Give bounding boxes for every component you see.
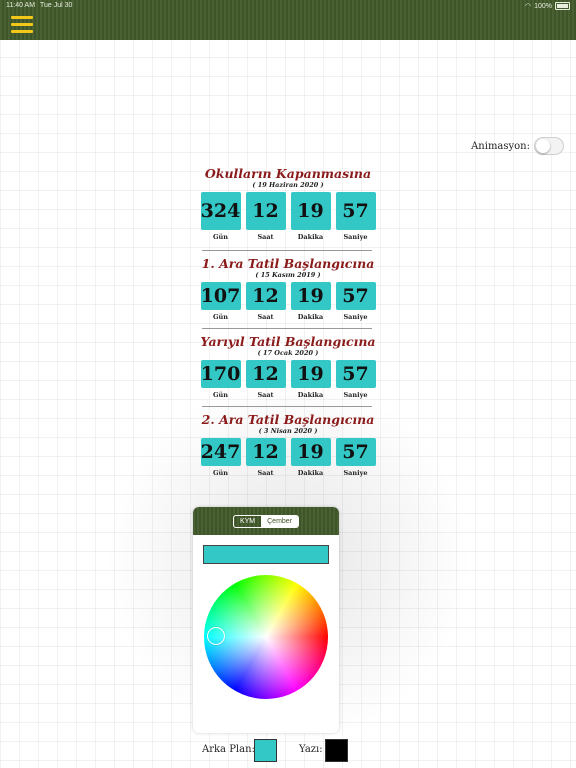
days-box: 107	[200, 282, 241, 310]
toggle-knob	[536, 139, 550, 153]
hours-label: Saat	[257, 391, 274, 399]
animation-label: Animasyon:	[471, 140, 530, 152]
hours-label: Saat	[257, 469, 274, 477]
countdown-title: Yarıyıl Tatil Başlangıcına	[200, 334, 376, 349]
seconds-label: Saniye	[343, 233, 368, 241]
background-color-swatch[interactable]	[254, 739, 277, 762]
seconds-box: 57	[335, 282, 376, 310]
days-box: 324	[200, 192, 241, 230]
mode-kym-button[interactable]: KYM	[234, 516, 261, 527]
countdown-date: ( 3 Nisan 2020 )	[258, 427, 318, 435]
minutes-box: 19	[290, 360, 331, 388]
hours-box: 12	[245, 438, 286, 466]
hours-label: Saat	[257, 233, 274, 241]
divider	[202, 328, 372, 329]
hours-box: 12	[245, 282, 286, 310]
days-box: 170	[200, 360, 241, 388]
days-box: 247	[200, 438, 241, 466]
countdown-title: 1. Ara Tatil Başlangıcına	[201, 256, 375, 271]
countdown-first-break: 1. Ara Tatil Başlangıcına ( 15 Kasım 201…	[196, 257, 380, 321]
battery-icon	[555, 2, 570, 10]
minutes-box: 19	[290, 282, 331, 310]
hours-label: Saat	[257, 313, 274, 321]
days-label: Gün	[212, 391, 228, 399]
text-color-swatch[interactable]	[325, 739, 348, 762]
selected-color-preview	[203, 545, 329, 564]
seconds-label: Saniye	[343, 469, 368, 477]
seconds-box: 57	[335, 360, 376, 388]
minutes-label: Dakika	[297, 313, 324, 321]
minutes-label: Dakika	[297, 469, 324, 477]
seconds-box: 57	[335, 192, 376, 230]
countdown-boxes: 107 Gün 12 Saat 19 Dakika 57 Saniye	[196, 282, 380, 321]
mode-circle-button[interactable]: Çember	[261, 515, 299, 527]
countdown-school-end: Okulların Kapanmasına ( 19 Haziran 2020 …	[196, 167, 380, 241]
countdown-title: Okulların Kapanmasına	[204, 166, 372, 181]
countdown-date: ( 15 Kasım 2019 )	[255, 271, 321, 279]
countdown-boxes: 170 Gün 12 Saat 19 Dakika 57 Saniye	[196, 360, 380, 399]
countdown-title: 2. Ara Tatil Başlangıcına	[201, 412, 375, 427]
animation-toggle[interactable]	[534, 137, 564, 155]
battery-percent: 100%	[534, 2, 552, 10]
wifi-icon: ◠	[524, 3, 532, 10]
minutes-label: Dakika	[297, 391, 324, 399]
status-time: 11:40 AM	[6, 2, 36, 9]
hours-box: 12	[245, 360, 286, 388]
picker-mode-segment: KYM Çember	[232, 514, 300, 528]
status-right: ◠ 100%	[525, 2, 570, 10]
minutes-box: 19	[290, 192, 331, 230]
days-label: Gün	[212, 313, 228, 321]
background-label: Arka Plan:	[202, 744, 255, 755]
color-picker-panel: KYM Çember	[193, 507, 339, 733]
picker-header: KYM Çember	[193, 507, 339, 535]
top-bar: 11:40 AM Tue Jul 30 ◠ 100%	[0, 0, 576, 40]
text-label: Yazı:	[299, 744, 323, 755]
countdown-boxes: 324 Gün 12 Saat 19 Dakika 57 Saniye	[196, 192, 380, 241]
hamburger-menu-icon[interactable]	[11, 16, 33, 34]
color-wheel[interactable]	[204, 575, 328, 699]
countdown-second-break: 2. Ara Tatil Başlangıcına ( 3 Nisan 2020…	[196, 413, 380, 477]
minutes-label: Dakika	[297, 233, 324, 241]
days-label: Gün	[212, 233, 228, 241]
divider	[202, 250, 372, 251]
animation-row: Animasyon:	[471, 137, 564, 155]
seconds-label: Saniye	[343, 391, 368, 399]
swatch-row: Arka Plan: Yazı:	[0, 739, 576, 762]
countdown-boxes: 247 Gün 12 Saat 19 Dakika 57 Saniye	[196, 438, 380, 477]
hours-box: 12	[245, 192, 286, 230]
color-wheel-handle[interactable]	[207, 627, 225, 645]
divider	[202, 406, 372, 407]
seconds-box: 57	[335, 438, 376, 466]
countdown-date: ( 19 Haziran 2020 )	[252, 181, 324, 189]
minutes-box: 19	[290, 438, 331, 466]
days-label: Gün	[212, 469, 228, 477]
countdown-date: ( 17 Ocak 2020 )	[257, 349, 319, 357]
status-date: Tue Jul 30	[40, 2, 73, 9]
countdown-semester-break: Yarıyıl Tatil Başlangıcına ( 17 Ocak 202…	[196, 335, 380, 399]
seconds-label: Saniye	[343, 313, 368, 321]
